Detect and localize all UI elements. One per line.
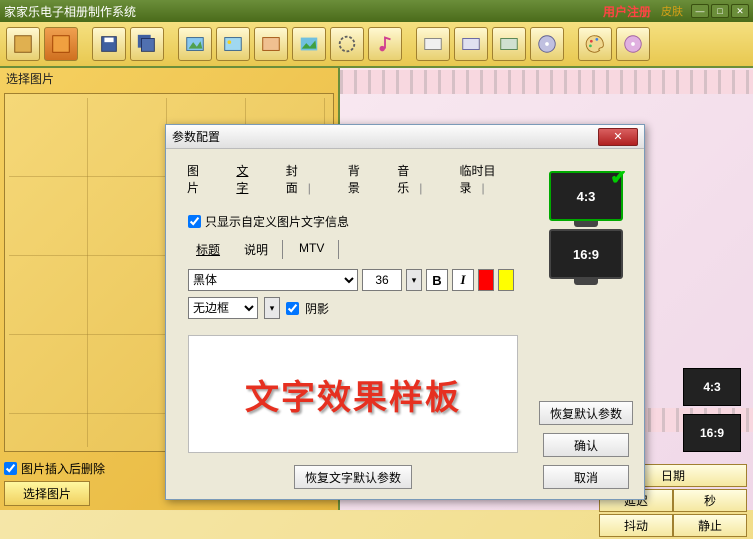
maximize-button[interactable]: □	[711, 4, 729, 18]
settings-dialog: 参数配置 ✕ 图片 文字 封面 背景 音乐 临时目录 只显示自定义图片文字信息 …	[165, 124, 645, 500]
minimize-button[interactable]: —	[691, 4, 709, 18]
tab-text[interactable]: 文字	[225, 159, 270, 199]
tab-image[interactable]: 图片	[176, 159, 221, 199]
check-icon: ✔	[610, 165, 627, 190]
filmstrip-top	[340, 70, 753, 94]
font-select[interactable]: 黑体	[188, 269, 358, 291]
ok-button[interactable]: 确认	[543, 433, 629, 457]
select-image-button[interactable]: 选择图片	[4, 481, 90, 506]
toolbar-thumb2[interactable]	[44, 27, 78, 61]
subtab-mtv[interactable]: MTV	[291, 240, 339, 259]
tab-music[interactable]: 音乐	[386, 159, 444, 199]
app-title: 家家乐电子相册制作系统	[4, 3, 136, 20]
close-button[interactable]: ✕	[731, 4, 749, 18]
tab-tempdir[interactable]: 临时目录	[448, 159, 530, 199]
text-preview: 文字效果样板	[188, 335, 518, 453]
preview-text: 文字效果样板	[245, 370, 461, 419]
toolbar-slide3[interactable]	[492, 27, 526, 61]
toolbar-saveall[interactable]	[130, 27, 164, 61]
skin-link[interactable]: 皮肤	[661, 3, 683, 19]
toolbar-landscape[interactable]	[292, 27, 326, 61]
font-size-dropdown[interactable]: ▾	[406, 269, 422, 291]
tab-background[interactable]: 背景	[337, 159, 382, 199]
register-link[interactable]: 用户注册	[603, 3, 651, 20]
toolbar-save[interactable]	[92, 27, 126, 61]
toolbar-disc2[interactable]	[616, 27, 650, 61]
restore-text-defaults-button[interactable]: 恢复文字默认参数	[294, 465, 412, 489]
font-size-input[interactable]	[362, 269, 402, 291]
delete-after-insert-checkbox[interactable]	[4, 462, 17, 475]
dialog-title: 参数配置	[172, 128, 220, 145]
border-select[interactable]: 无边框	[188, 297, 258, 319]
toolbar-slide1[interactable]	[416, 27, 450, 61]
only-custom-checkbox[interactable]	[188, 215, 201, 228]
toolbar-music[interactable]	[368, 27, 402, 61]
dialog-titlebar[interactable]: 参数配置 ✕	[166, 125, 644, 149]
toolbar-transition[interactable]	[330, 27, 364, 61]
titlebar: 家家乐电子相册制作系统 用户注册 皮肤 — □ ✕	[0, 0, 753, 22]
restore-defaults-button[interactable]: 恢复默认参数	[539, 401, 633, 425]
stop-cell[interactable]: 静止	[673, 514, 747, 537]
toolbar-image1[interactable]	[178, 27, 212, 61]
ratio-43-outer[interactable]: 4:3	[683, 368, 741, 406]
cancel-button[interactable]: 取消	[543, 465, 629, 489]
border-dropdown[interactable]: ▾	[264, 297, 280, 319]
ratio-169-outer[interactable]: 16:9	[683, 414, 741, 452]
toolbar-image2[interactable]	[216, 27, 250, 61]
dialog-close-button[interactable]: ✕	[598, 128, 638, 146]
toolbar-image3[interactable]	[254, 27, 288, 61]
tab-cover[interactable]: 封面	[275, 159, 333, 199]
italic-button[interactable]: I	[452, 269, 474, 291]
subtabs: 标题 说明 MTV	[188, 240, 530, 259]
subtab-title[interactable]: 标题	[188, 240, 228, 259]
bold-button[interactable]: B	[426, 269, 448, 291]
aspect-169-monitor[interactable]: 16:9	[549, 229, 623, 279]
main-tabs: 图片 文字 封面 背景 音乐 临时目录	[176, 159, 530, 199]
toolbar-thumb1[interactable]	[6, 27, 40, 61]
color-swatch-red[interactable]	[478, 269, 494, 291]
shadow-label: 阴影	[305, 300, 329, 317]
sec-cell: 秒	[673, 489, 747, 512]
main-toolbar	[0, 22, 753, 68]
shadow-checkbox[interactable]	[286, 302, 299, 315]
toolbar-palette[interactable]	[578, 27, 612, 61]
shake-cell[interactable]: 抖动	[599, 514, 673, 537]
color-swatch-yellow[interactable]	[498, 269, 514, 291]
aspect-43-monitor[interactable]: 4:3 ✔	[549, 171, 623, 221]
window-buttons: — □ ✕	[691, 4, 749, 18]
toolbar-disc1[interactable]	[530, 27, 564, 61]
subtab-desc[interactable]: 说明	[236, 240, 283, 259]
toolbar-slide2[interactable]	[454, 27, 488, 61]
left-panel-title: 选择图片	[0, 68, 338, 89]
only-custom-check[interactable]: 只显示自定义图片文字信息	[188, 213, 530, 230]
